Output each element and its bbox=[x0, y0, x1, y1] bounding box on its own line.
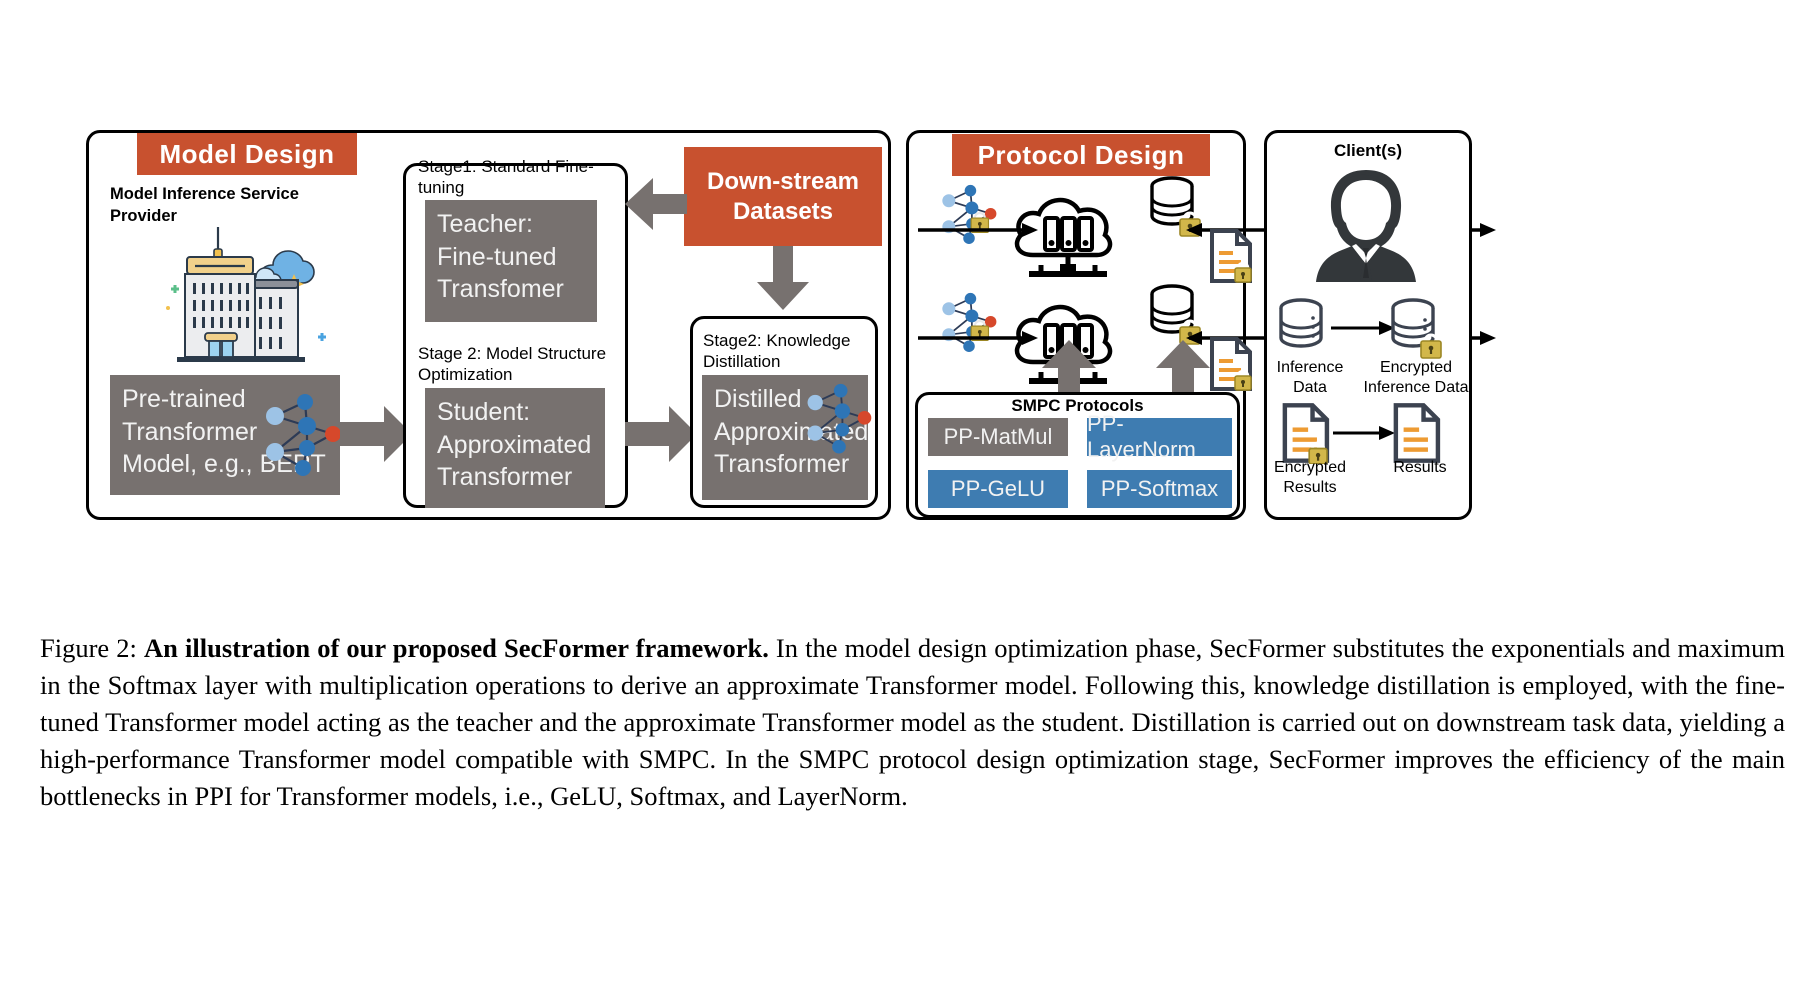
protocol-button-pp-layernorm[interactable]: PP-LayerNorm bbox=[1087, 411, 1232, 462]
figure-canvas: Model Design Model Inference Service Pro… bbox=[0, 0, 1820, 1000]
office-building-icon bbox=[155, 225, 330, 370]
student-label: Student: Approximated Transformer bbox=[437, 398, 592, 491]
downstream-datasets-box: Down-stream Datasets bbox=[684, 147, 882, 246]
stage2-distillation-label: Stage2: Knowledge Distillation bbox=[703, 331, 851, 372]
arrow-inference-to-encrypted bbox=[1331, 320, 1395, 336]
client-panel-header: Client(s) bbox=[1334, 141, 1402, 160]
protocol-label-pp-layernorm: PP-LayerNorm bbox=[1087, 411, 1196, 462]
teacher-label: Teacher: Fine-tuned Transfomer bbox=[437, 210, 564, 303]
arrow-encrypted-results-to-results bbox=[1333, 425, 1395, 441]
encrypted-results-icon bbox=[1281, 402, 1333, 464]
neural-net-icon-distilled bbox=[805, 380, 873, 454]
student-box: Student: Approximated Transformer bbox=[425, 388, 605, 508]
stage2-optimization-label: Stage 2: Model Structure Optimization bbox=[418, 344, 607, 385]
protocol-button-pp-gelu[interactable]: PP-GeLU bbox=[928, 470, 1068, 508]
teacher-box: Teacher: Fine-tuned Transfomer bbox=[425, 200, 597, 322]
protocol-design-header: Protocol Design bbox=[952, 134, 1210, 176]
downstream-datasets-label: Down-stream Datasets bbox=[706, 167, 860, 225]
inference-data-icon bbox=[1277, 298, 1333, 360]
caption-figure-number: Figure 2: bbox=[40, 633, 137, 663]
encrypted-document-icon-2 bbox=[1209, 336, 1255, 392]
inference-data-label: Inference Data bbox=[1276, 359, 1344, 396]
arrow-pretrained-to-student bbox=[340, 406, 412, 462]
arrow-datasets-to-teacher bbox=[625, 178, 687, 230]
protocol-button-pp-softmax[interactable]: PP-Softmax bbox=[1087, 470, 1232, 508]
encrypted-inference-data-icon bbox=[1389, 298, 1449, 364]
model-design-header: Model Design bbox=[137, 133, 357, 175]
neural-net-icon-pretrained bbox=[263, 390, 343, 476]
client-person-icon bbox=[1306, 168, 1426, 286]
encrypted-document-icon-1 bbox=[1209, 228, 1255, 284]
provider-label: Model Inference Service Provider bbox=[110, 185, 299, 226]
arrow-datasets-to-distilled bbox=[757, 246, 809, 310]
figure-caption: Figure 2: An illustration of our propose… bbox=[40, 630, 1785, 815]
stage1-label: Stage1: Standard Fine-tuning bbox=[418, 157, 594, 198]
protocol-label-pp-softmax: PP-Softmax bbox=[1100, 476, 1219, 501]
arrow-model-to-cloud-2 bbox=[918, 330, 1038, 346]
encrypted-results-label: Encrypted Results bbox=[1273, 459, 1347, 496]
protocol-button-pp-matmul[interactable]: PP-MatMul bbox=[928, 418, 1068, 456]
results-label: Results bbox=[1393, 459, 1447, 476]
arrow-model-to-cloud-1 bbox=[918, 222, 1038, 238]
caption-bold-lead: An illustration of our proposed SecForme… bbox=[144, 633, 769, 663]
results-icon bbox=[1392, 402, 1444, 464]
protocol-label-pp-gelu: PP-GeLU bbox=[950, 476, 1046, 501]
arrow-student-to-distilled bbox=[625, 406, 697, 462]
protocol-label-pp-matmul: PP-MatMul bbox=[943, 424, 1053, 449]
encrypted-inference-data-label: Encrypted Inference Data bbox=[1363, 359, 1469, 396]
